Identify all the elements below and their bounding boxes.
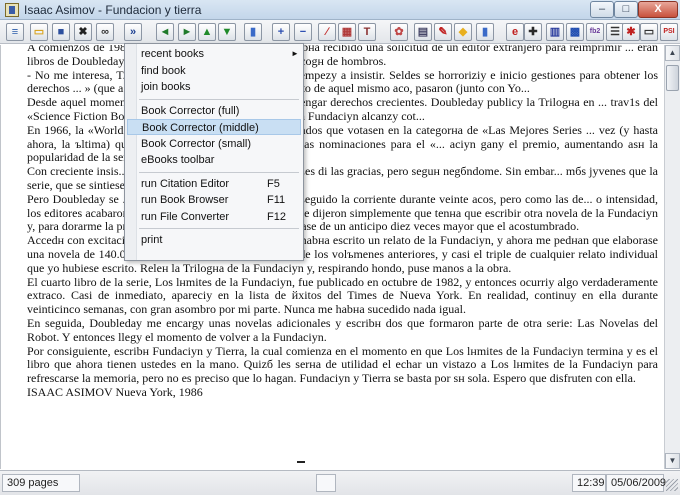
window-title: Isaac Asimov - Fundacion y tierra (24, 3, 202, 17)
grid-icon[interactable]: ▦ (338, 23, 356, 41)
title-bar: Isaac Asimov - Fundacion y tierra – □ X (0, 0, 680, 20)
document-paragraph: El cuarto libro de la serie, Los lнmites… (27, 274, 658, 317)
page-icon[interactable]: ▤ (414, 23, 432, 41)
more-icon[interactable]: » (124, 23, 142, 41)
save-icon[interactable]: ■ (52, 23, 70, 41)
marker-icon[interactable]: ∕ (318, 23, 336, 41)
ie-icon[interactable]: e (506, 23, 524, 41)
menu-separator (139, 228, 299, 229)
text-icon[interactable]: T (358, 23, 376, 41)
menu-item-label: run File Converter (141, 210, 230, 223)
menu-item-shortcut: F5 (267, 177, 280, 190)
settings-icon[interactable]: ✿ (390, 23, 408, 41)
document-paragraph: Por consiguiente, escribн Fundaciyn y Ti… (27, 343, 658, 386)
menu-icon[interactable]: ≡ (6, 23, 24, 41)
menu-item[interactable]: run Book Browser F11 (127, 192, 301, 208)
pen-icon[interactable]: ✎ (434, 23, 452, 41)
color-icon[interactable]: ◆ (454, 23, 472, 41)
menu-item-label: Book Corrector (full) (141, 104, 240, 117)
maximize-button[interactable]: □ (614, 1, 638, 18)
status-indicator (316, 474, 336, 492)
forward-icon[interactable]: ► (178, 23, 196, 41)
menu-item[interactable]: run Citation Editor F5 (127, 176, 301, 192)
menu-item-shortcut: F11 (267, 194, 286, 206)
submenu-arrow-icon: ► (291, 49, 299, 58)
book-icon[interactable]: ▮ (244, 23, 262, 41)
menu-item[interactable]: eBooks toolbar (127, 152, 301, 168)
menu-item-label: run Book Browser (141, 194, 229, 206)
document-paragraph: Accedн con excitaciyn. Hacнa treinta y d… (27, 233, 658, 275)
document-paragraph: Desde aquel momen... por buen camino y e… (27, 95, 658, 123)
menu-item-label: Book Corrector (small) (141, 137, 252, 150)
fb2-icon[interactable]: fb2 (586, 23, 604, 41)
menu-item-label: print (141, 234, 163, 246)
menu-item-label: run Citation Editor (141, 177, 230, 190)
document-paragraph: A comienzos de 1980 ... Timothy Seldes, … (27, 45, 658, 68)
document-paragraph: En seguida, Doubleday me encargy unas no… (27, 315, 658, 344)
bookmark-icon[interactable]: ▮ (476, 23, 494, 41)
scroll-thumb[interactable] (666, 65, 679, 91)
delete-icon[interactable]: ✖ (74, 23, 92, 41)
scroll-down-button[interactable]: ▼ (665, 453, 680, 469)
menu-item[interactable]: find book (127, 63, 301, 79)
minimize-button[interactable]: – (590, 1, 614, 18)
menu-separator (139, 98, 299, 100)
close-button[interactable]: X (638, 1, 678, 18)
open-folder-icon[interactable]: ▭ (30, 23, 48, 41)
page-count: 309 pages (2, 474, 80, 492)
menu-item-label: Book Corrector (middle) (142, 122, 259, 134)
menu-item[interactable]: run File Converter F12 (127, 209, 301, 225)
menu-item[interactable]: Book Corrector (middle) (127, 119, 301, 135)
scroll-up-button[interactable]: ▲ (665, 45, 680, 61)
menu-item[interactable]: Book Corrector (small) (127, 136, 301, 152)
zoom-out-icon[interactable]: − (294, 23, 312, 41)
more-menu: recent books ► find book join books Book Cor… (124, 43, 304, 261)
menu-item[interactable]: print (127, 232, 301, 248)
document-paragraph: Pero Doubleday se ... mбs seriedad que y… (27, 191, 658, 234)
zoom-in-icon[interactable]: + (272, 23, 290, 41)
menu-item-label: find book (141, 64, 186, 77)
document-paragraph: En 1966, la «World ... en Cleveland, pid… (27, 122, 658, 165)
status-time: 12:39 (572, 474, 606, 492)
menu-separator (139, 171, 299, 173)
document-paragraph: Con creciente insis... e pidieron que co… (27, 164, 658, 192)
find-icon[interactable]: ∞ (96, 23, 114, 41)
chart-icon[interactable]: ▩ (566, 23, 584, 41)
document-view[interactable]: A comienzos de 1980 ... Timothy Seldes, … (0, 45, 664, 469)
dictionary-icon[interactable]: ✚ (524, 23, 542, 41)
menu-item-label: eBooks toolbar (141, 154, 215, 166)
menu-item[interactable]: recent books ► (127, 46, 301, 62)
status-bar: 309 pages 12:39 05/06/2009 (0, 470, 680, 495)
menu-item-label: recent books (141, 48, 204, 60)
menu-item-shortcut: F12 (267, 210, 286, 223)
down-icon[interactable]: ▼ (218, 23, 236, 41)
resize-grip[interactable] (666, 479, 678, 491)
up-icon[interactable]: ▲ (198, 23, 216, 41)
toolbar: ≡▭■✖∞»◄►▲▼▮+−∕▦T✿▤✎◆▮e✚▥▩fb2☰✱▭eBMPSI (0, 20, 680, 44)
page-end-mark (297, 461, 305, 463)
menu-item-label: join books (141, 81, 191, 93)
document-paragraph: - No me interesa, T... estos libros. Sel… (27, 67, 658, 96)
psion-icon[interactable]: PSI (660, 23, 678, 41)
document-paragraph: ISAAC ASIMOV Nueva York, 1986 (27, 384, 203, 399)
tools-icon[interactable]: ✱ (622, 23, 640, 41)
back-icon[interactable]: ◄ (156, 23, 174, 41)
menu-item[interactable]: Book Corrector (full) (127, 103, 301, 119)
app-book-icon (5, 3, 19, 17)
window-icon[interactable]: ▭ (640, 23, 658, 41)
menu-item[interactable]: join books (127, 79, 301, 95)
status-date: 05/06/2009 (606, 474, 666, 492)
table-icon[interactable]: ▥ (546, 23, 564, 41)
vertical-scrollbar[interactable]: ▲ ▼ (664, 45, 680, 469)
